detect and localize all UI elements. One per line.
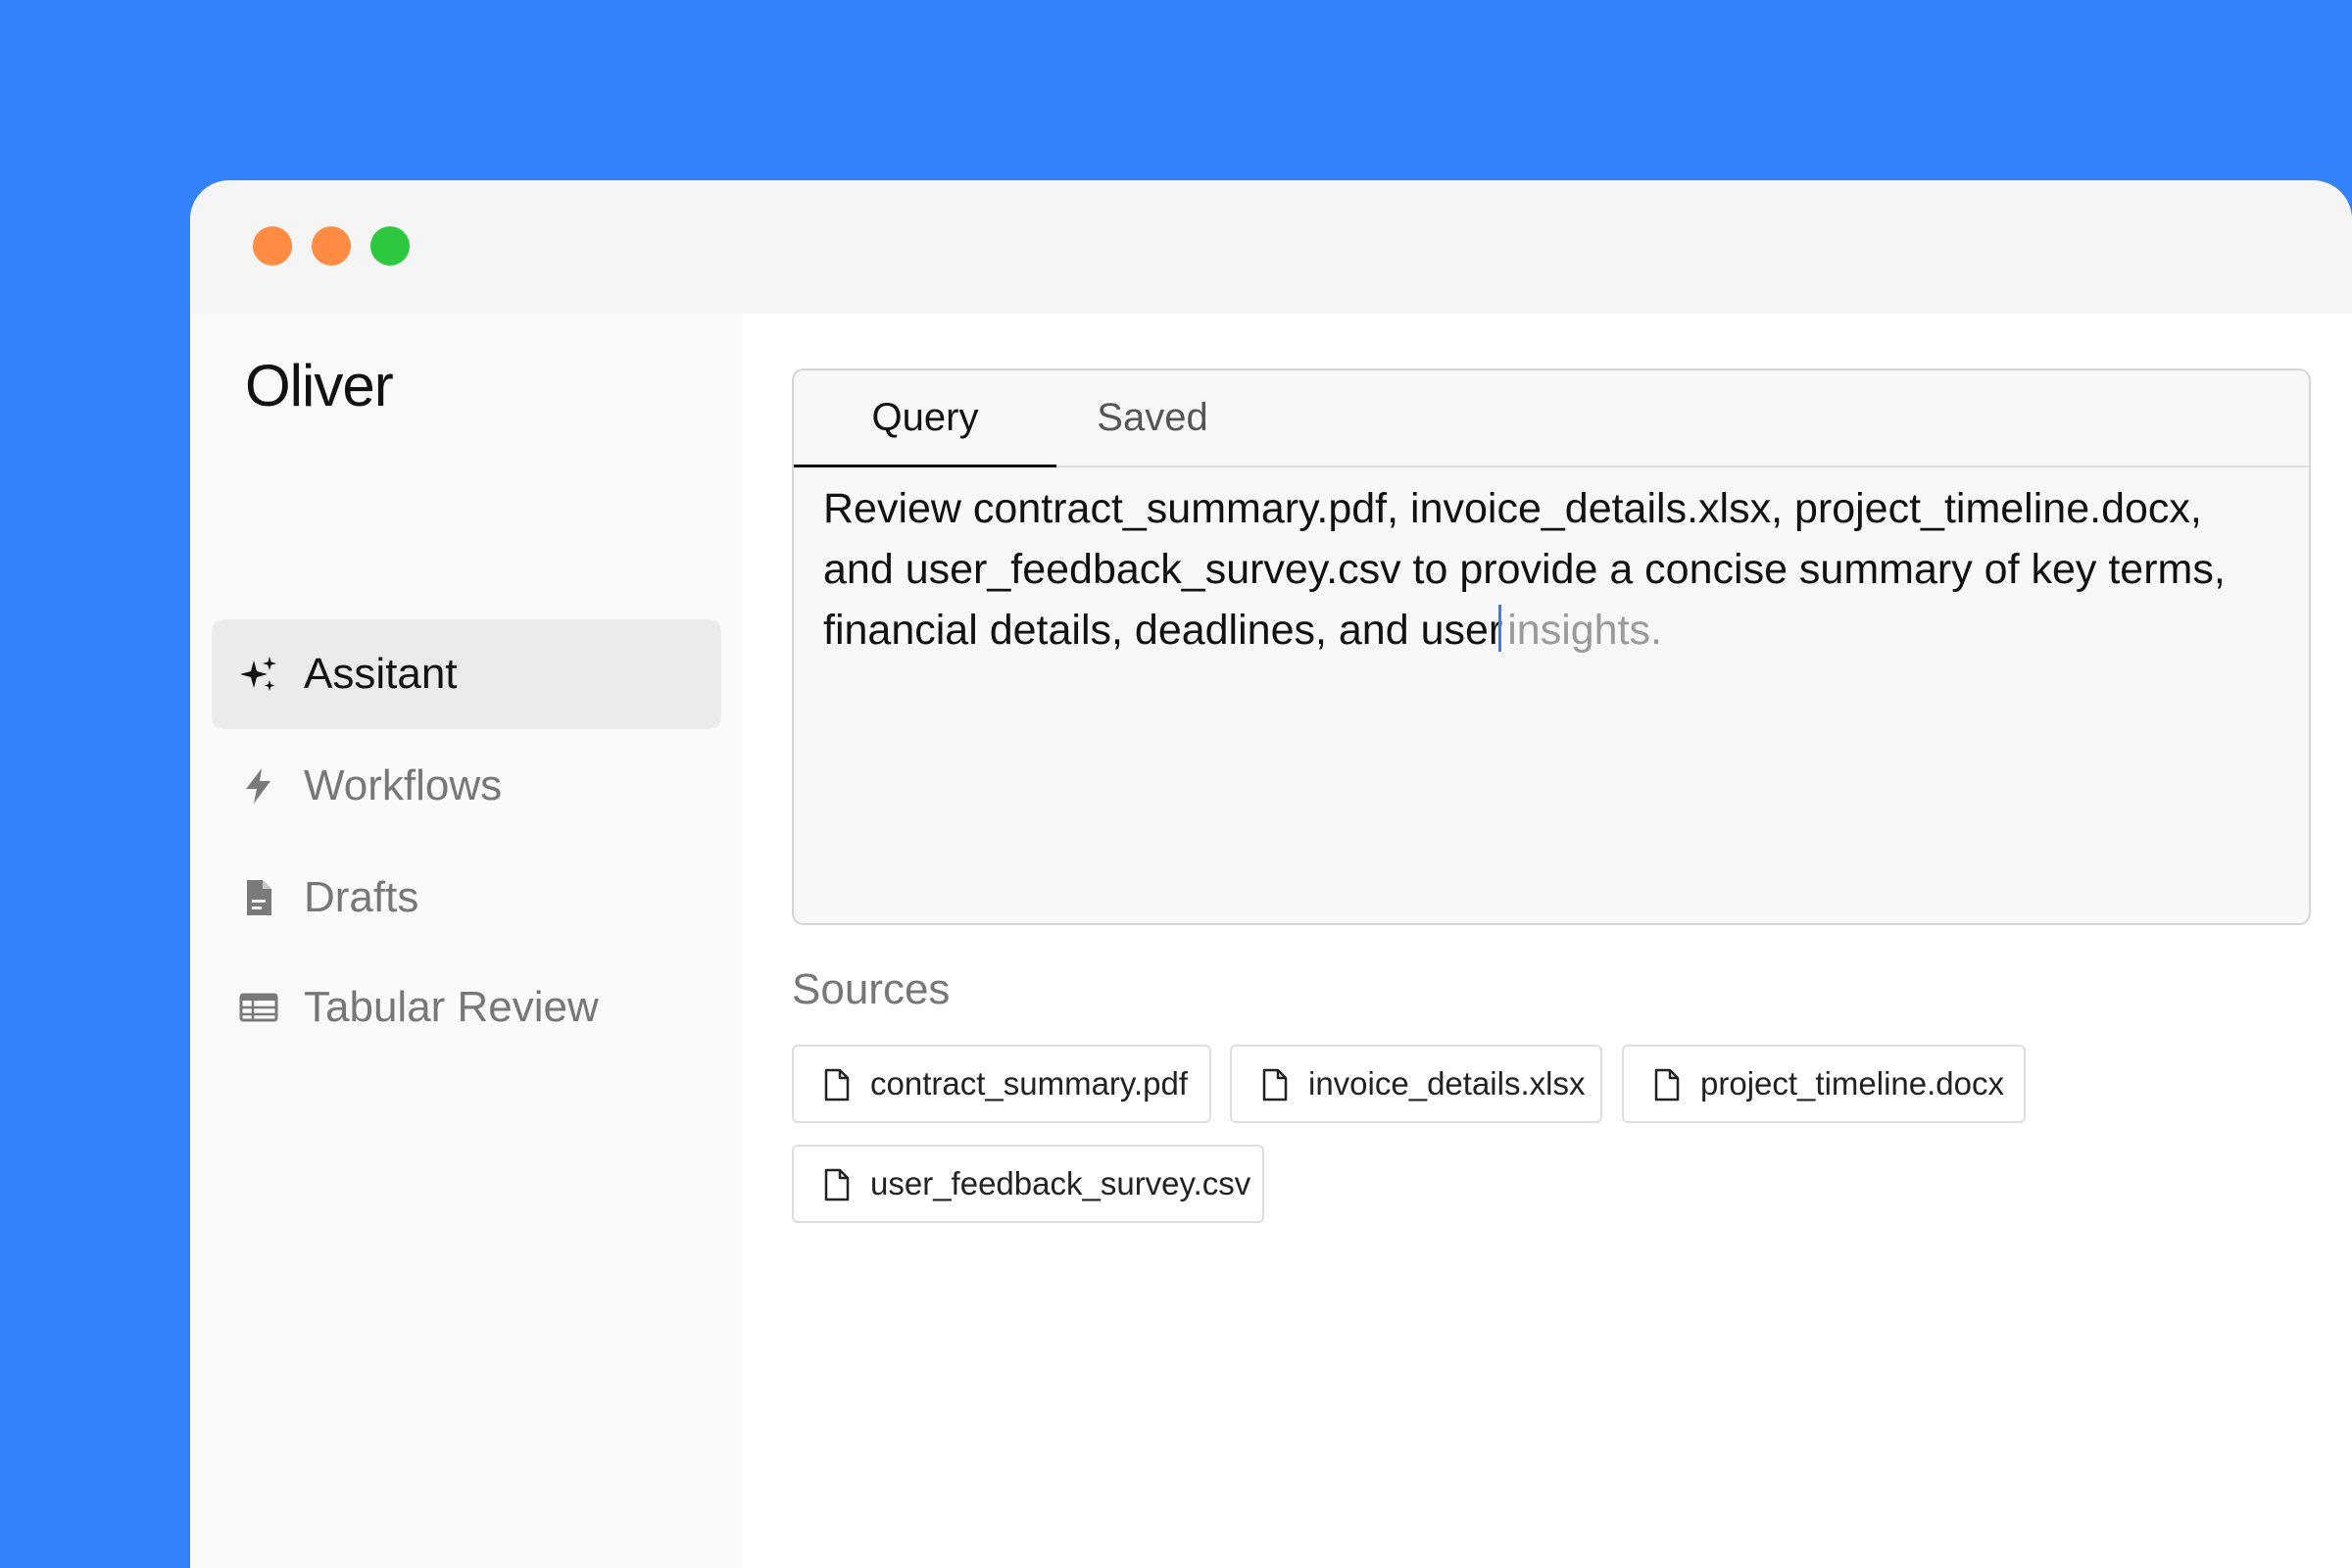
tab-label: Saved — [1097, 396, 1208, 439]
tab-label: Query — [871, 396, 979, 439]
tab-query[interactable]: Query — [794, 370, 1056, 467]
sidebar-item-tabular-review[interactable]: Tabular Review — [212, 953, 721, 1062]
app-window: Oliver Assitant Workflows Drafts Tabular… — [190, 180, 2352, 1568]
main-panel: Query Saved Review contract_summary.pdf,… — [743, 314, 2352, 1568]
source-file-chip[interactable]: invoice_details.xlsx — [1230, 1045, 1602, 1123]
sparkles-icon — [240, 657, 276, 691]
app-name: Oliver — [245, 353, 394, 418]
text-caret — [1498, 605, 1502, 652]
active-tab-indicator — [794, 465, 1056, 467]
query-input[interactable]: Review contract_summary.pdf, invoice_det… — [823, 478, 2274, 661]
title-bar — [190, 180, 2352, 314]
document-icon — [247, 880, 271, 915]
window-maximize-button[interactable] — [370, 226, 410, 266]
file-icon — [1654, 1068, 1680, 1102]
sidebar-item-label: Tabular Review — [304, 983, 599, 1031]
autocomplete-suggestion: insights. — [1507, 607, 1662, 654]
sidebar-item-label: Workflows — [304, 761, 503, 809]
lightning-bolt-icon — [246, 768, 270, 804]
query-card: Query Saved Review contract_summary.pdf,… — [792, 368, 2311, 925]
sidebar-item-label: Assitant — [304, 650, 458, 698]
tab-bar: Query Saved — [794, 370, 2309, 467]
sidebar: Oliver Assitant Workflows Drafts Tabular… — [190, 314, 743, 1568]
source-file-name: invoice_details.xlsx — [1308, 1065, 1586, 1102]
file-icon — [1262, 1068, 1288, 1102]
file-icon — [824, 1168, 850, 1201]
sidebar-item-assistant[interactable]: Assitant — [212, 619, 721, 729]
sidebar-item-label: Drafts — [304, 873, 419, 921]
file-icon — [824, 1068, 850, 1102]
window-close-button[interactable] — [253, 226, 292, 266]
window-minimize-button[interactable] — [312, 226, 351, 266]
source-file-chip[interactable]: contract_summary.pdf — [792, 1045, 1211, 1123]
sidebar-item-workflows[interactable]: Workflows — [212, 731, 721, 841]
source-file-name: project_timeline.docx — [1700, 1065, 2004, 1102]
sidebar-item-drafts[interactable]: Drafts — [212, 843, 721, 953]
table-icon — [239, 993, 278, 1022]
source-file-name: user_feedback_survey.csv — [870, 1165, 1251, 1201]
sources-heading: Sources — [792, 965, 951, 1013]
tab-saved[interactable]: Saved — [1056, 370, 1249, 466]
source-file-name: contract_summary.pdf — [870, 1065, 1189, 1102]
source-file-chip[interactable]: project_timeline.docx — [1622, 1045, 2026, 1123]
source-file-chip[interactable]: user_feedback_survey.csv — [792, 1145, 1264, 1223]
